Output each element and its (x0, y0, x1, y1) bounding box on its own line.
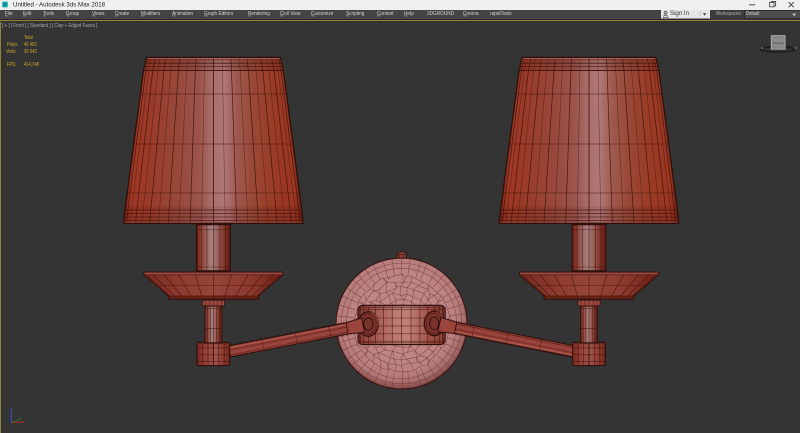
svg-text:FRONT: FRONT (773, 41, 784, 45)
